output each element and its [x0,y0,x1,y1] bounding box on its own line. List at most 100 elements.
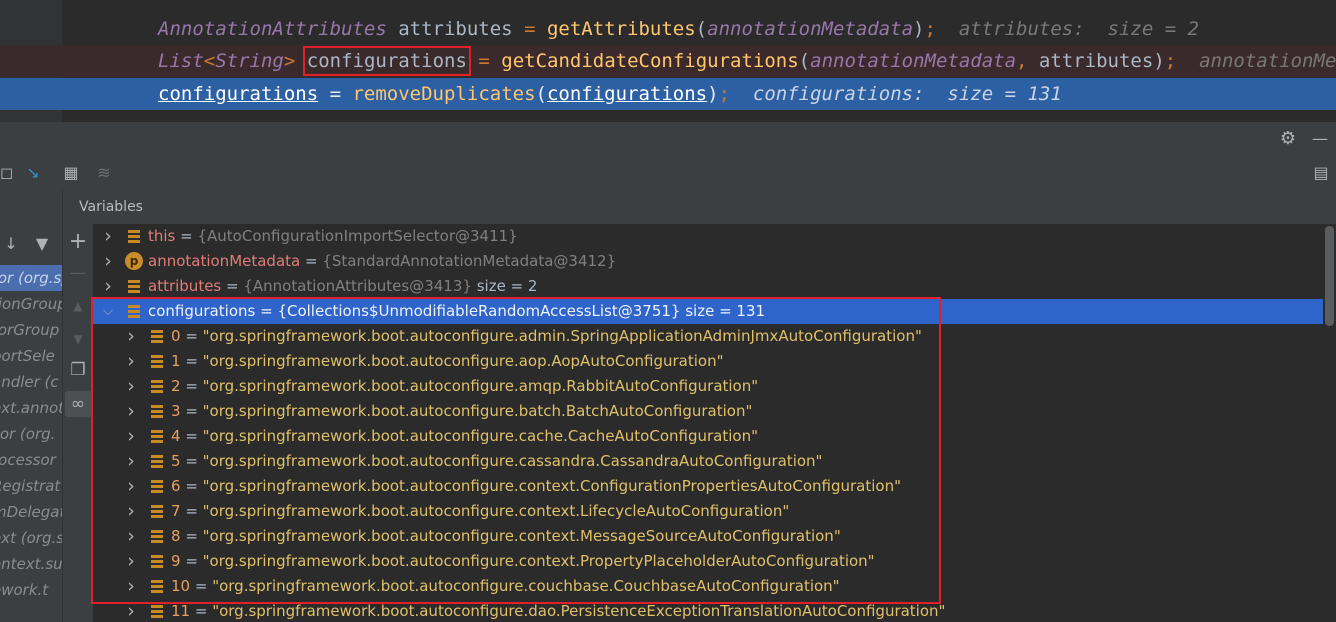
expand-arrow-icon[interactable]: › [124,449,138,474]
expand-arrow-icon[interactable]: › [124,374,138,399]
variable-name: attributes [148,277,222,295]
list-element-row[interactable]: › 4 = "org.springframework.boot.autoconfi… [93,424,1323,449]
element-index: 11 [171,602,191,620]
equals-sign: = [180,552,203,570]
list-element-row[interactable]: › 5 = "org.springframework.boot.autoconfi… [93,449,1323,474]
element-index: 10 [171,577,191,595]
frame-item[interactable]: ext.annota [0,395,62,421]
frame-item[interactable]: andler (c [0,369,62,395]
inline-debug-value: annotationMetadata [1199,50,1336,72]
code-editor[interactable]: AnnotationAttributes attributes = getAtt… [0,0,1336,122]
glasses-icon[interactable]: ∞ [65,391,91,417]
frame-icon[interactable]: ◻ [0,163,13,183]
equals-sign: = [190,577,213,595]
variable-type: {AnnotationAttributes@3413} [243,277,472,295]
remove-watch-icon[interactable]: — [63,260,93,286]
variable-row[interactable]: ⌵ configurations = {Collections$Unmodifia… [93,299,1323,324]
element-value: "org.springframework.boot.autoconfigure.… [202,327,922,345]
variables-tree[interactable]: › this = {AutoConfigurationImportSelector… [93,224,1323,622]
equals-sign: = [255,302,278,320]
code-line-get-candidates[interactable]: List<String> configurations = getCandida… [0,45,1336,77]
frame-item[interactable]: tor (org.sp [0,265,62,291]
list-element-row[interactable]: › 2 = "org.springframework.boot.autoconfi… [93,374,1323,399]
variable-type: {StandardAnnotationMetadata@3412} [322,252,617,270]
frame-item[interactable]: ontext.su [0,551,62,577]
expand-arrow-icon[interactable]: › [124,499,138,524]
code-line-attributes[interactable]: AnnotationAttributes attributes = getAtt… [0,13,1336,45]
list-element-row[interactable]: › 3 = "org.springframework.boot.autoconfi… [93,399,1323,424]
list-element-row[interactable]: › 10 = "org.springframework.boot.autoconf… [93,574,1323,599]
element-index: 1 [171,352,181,370]
expand-arrow-icon[interactable]: › [124,349,138,374]
field-icon [151,605,163,618]
gear-icon[interactable]: ⚙ [1278,129,1298,149]
list-element-row[interactable]: › 9 = "org.springframework.boot.autoconfi… [93,549,1323,574]
frame-item[interactable]: ext (org.s [0,525,62,551]
down-arrow-icon[interactable]: ↓ [2,234,20,254]
list-element-row[interactable]: › 7 = "org.springframework.boot.autoconfi… [93,499,1323,524]
layout-icon[interactable]: ▤ [1310,163,1332,183]
copy-icon[interactable]: ❐ [63,357,93,383]
expand-arrow-icon[interactable]: › [101,274,115,299]
element-value: "org.springframework.boot.autoconfigure.… [202,377,759,395]
frame-item[interactable]: mDelegat [0,499,62,525]
expand-arrow-icon[interactable]: › [124,424,138,449]
frame-item[interactable]: torGroup [0,317,62,343]
list-element-row[interactable]: › 6 = "org.springframework.boot.autoconfi… [93,474,1323,499]
field-icon [151,555,163,568]
equals-sign: = [180,502,203,520]
equals-sign: = [180,527,203,545]
frame-item[interactable]: portSele [0,343,62,369]
equals-sign: = [180,427,203,445]
field-icon [128,280,140,293]
element-value: "org.springframework.boot.autoconfigure.… [202,552,875,570]
expand-arrow-icon[interactable]: › [101,224,115,249]
list-element-row[interactable]: › 1 = "org.springframework.boot.autoconfi… [93,349,1323,374]
frame-item[interactable]: tionGroup [0,291,62,317]
expand-arrow-icon[interactable]: › [124,524,138,549]
method-token: getCandidateConfigurations [501,50,799,72]
scrollbar-thumb[interactable] [1325,226,1334,326]
variable-size: size = 2 [476,277,538,295]
run-to-cursor-icon[interactable]: ↘ [22,163,44,183]
collapse-arrow-icon[interactable]: ⌵ [101,299,115,324]
variable-row[interactable]: › attributes = {AnnotationAttributes@3413… [93,274,1323,299]
add-watch-icon[interactable]: + [63,229,93,255]
variable-type: {Collections$UnmodifiableRandomAccessLis… [277,302,681,320]
debug-panel-header: ⚙ — [0,122,1336,157]
variable-row[interactable]: › p annotationMetadata = {StandardAnnotati… [93,249,1323,274]
frame-item[interactable]: Registrat [0,473,62,499]
equals-sign: = [190,602,213,620]
variable-row[interactable]: › this = {AutoConfigurationImportSelector… [93,224,1323,249]
minimize-icon[interactable]: — [1310,129,1330,149]
expand-arrow-icon[interactable]: › [124,549,138,574]
table-view-icon[interactable]: ▦ [60,163,82,183]
list-element-row[interactable]: › 11 = "org.springframework.boot.autoconf… [93,599,1323,622]
move-up-icon[interactable]: ▲ [63,293,93,319]
expand-arrow-icon[interactable]: › [124,574,138,599]
code-line-current-execution[interactable]: configurations = removeDuplicates(config… [0,78,1336,110]
element-value: "org.springframework.boot.autoconfigure.… [202,352,724,370]
method-token: getAttributes [546,18,696,40]
element-index: 5 [171,452,181,470]
param-token: annotationMetadata [707,18,914,40]
filter-icon[interactable]: ▼ [32,234,52,254]
expand-arrow-icon[interactable]: › [101,249,115,274]
trace-stream-icon[interactable]: ≋ [93,163,115,183]
variable-name: this [148,227,176,245]
expand-arrow-icon[interactable]: › [124,399,138,424]
frame-item[interactable]: sor (org. [0,421,62,447]
inline-debug-value: attributes: size = 2 [958,18,1200,40]
expand-arrow-icon[interactable]: › [124,474,138,499]
move-down-icon[interactable]: ▼ [63,326,93,352]
expand-arrow-icon[interactable]: › [124,599,138,622]
list-element-row[interactable]: › 0 = "org.springframework.boot.autoconfi… [93,324,1323,349]
frame-item[interactable]: ework.t [0,577,62,603]
element-index: 8 [171,527,181,545]
generic-open: < [203,50,216,72]
frame-item[interactable]: rocessor [0,447,62,473]
expand-arrow-icon[interactable]: › [124,324,138,349]
field-icon [128,230,140,243]
variable-token: attributes [398,18,513,40]
list-element-row[interactable]: › 8 = "org.springframework.boot.autoconfi… [93,524,1323,549]
